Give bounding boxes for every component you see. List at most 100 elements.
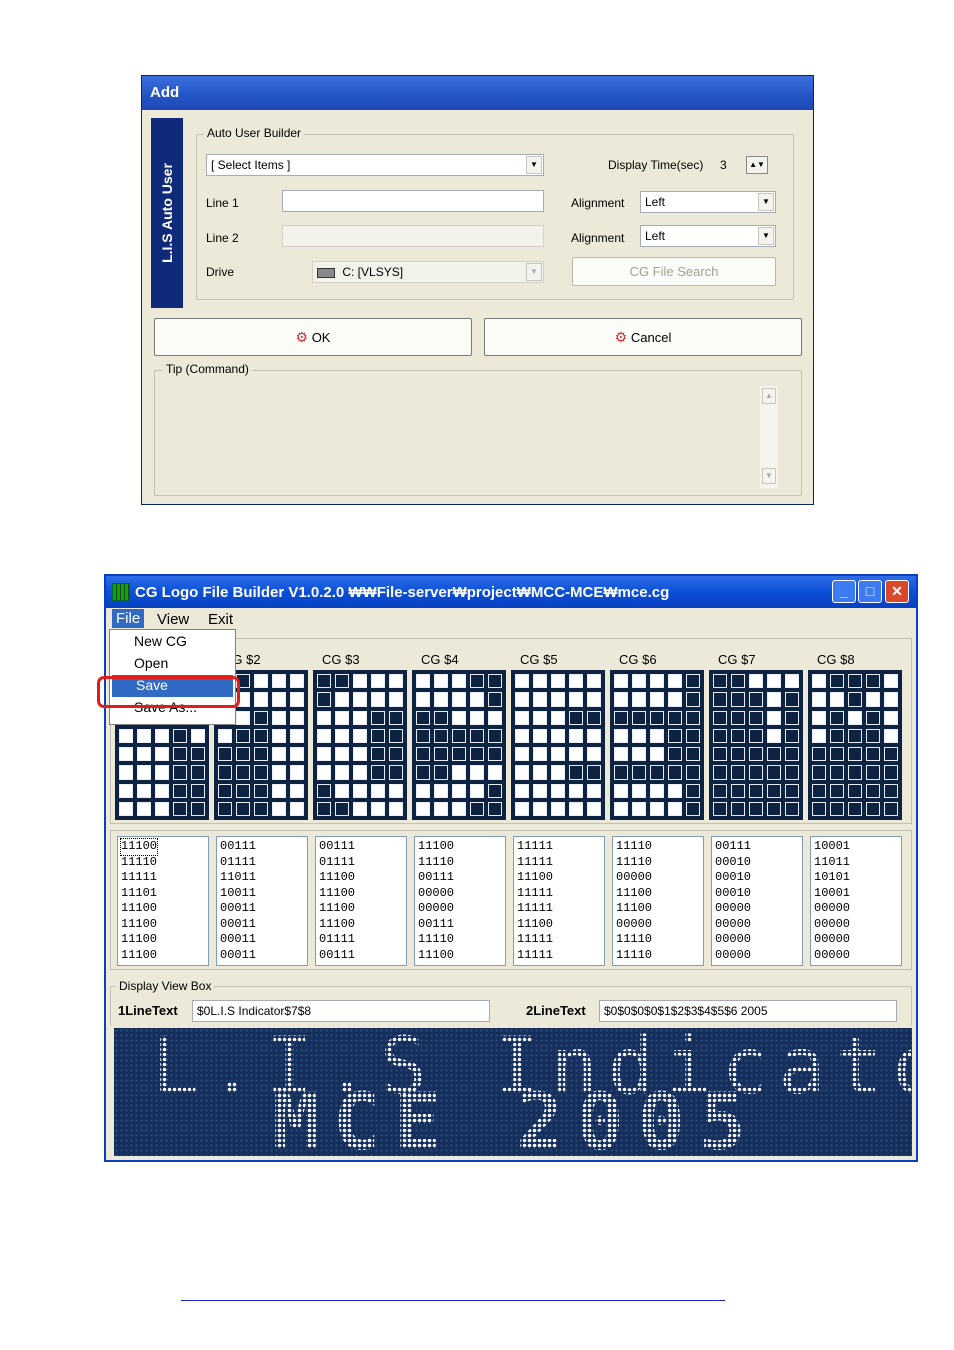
cg-dot[interactable] <box>686 765 700 780</box>
cg-dot[interactable] <box>335 783 349 798</box>
cg-dot[interactable] <box>551 801 565 816</box>
cg-dot[interactable] <box>785 728 799 743</box>
cg-dot[interactable] <box>668 765 682 780</box>
cg-dot[interactable] <box>452 728 466 743</box>
cg-dot[interactable] <box>488 783 502 798</box>
cg-dot[interactable] <box>236 783 250 798</box>
cg-binary-box[interactable]: 11110 11110 00000 11100 11100 00000 11110 11110 <box>612 836 704 966</box>
cg-dot[interactable] <box>218 747 232 762</box>
cg-dot[interactable] <box>173 783 187 798</box>
cg-dot[interactable] <box>713 692 727 707</box>
cg-dot[interactable] <box>533 710 547 725</box>
scroll-up-icon[interactable]: ▲ <box>762 388 776 404</box>
cg-dot[interactable] <box>830 783 844 798</box>
cg-dot[interactable] <box>866 728 880 743</box>
menu-file[interactable]: File <box>112 609 145 628</box>
cg-dot[interactable] <box>290 747 304 762</box>
cg-file-search-button[interactable]: CG File Search <box>572 257 776 286</box>
cg-dot[interactable] <box>569 674 583 689</box>
cg-dot[interactable] <box>416 674 430 689</box>
cg-dot[interactable] <box>155 728 169 743</box>
cg-dot[interactable] <box>884 801 898 816</box>
cg-dot[interactable] <box>488 710 502 725</box>
cg-dot[interactable] <box>884 674 898 689</box>
cg-dot[interactable] <box>470 765 484 780</box>
cg-dot[interactable] <box>812 692 826 707</box>
cg-dot[interactable] <box>434 747 448 762</box>
cg-dot[interactable] <box>290 765 304 780</box>
cg-dot[interactable] <box>632 783 646 798</box>
scroll-down-icon[interactable]: ▼ <box>762 468 776 484</box>
cg-dot[interactable] <box>371 765 385 780</box>
menu-exit[interactable]: Exit <box>208 611 233 628</box>
cg-dot[interactable] <box>191 747 205 762</box>
cg-dot[interactable] <box>614 728 628 743</box>
cg-dot[interactable] <box>713 783 727 798</box>
cg-dot[interactable] <box>272 765 286 780</box>
cg-dot[interactable] <box>569 801 583 816</box>
cg-dot[interactable] <box>515 765 529 780</box>
cg-dot[interactable] <box>515 801 529 816</box>
cg-dot[interactable] <box>749 747 763 762</box>
cg-dot[interactable] <box>470 728 484 743</box>
cg-dot[interactable] <box>335 710 349 725</box>
cg-dot[interactable] <box>650 747 664 762</box>
cg-dot[interactable] <box>470 674 484 689</box>
cg-dot[interactable] <box>632 674 646 689</box>
cg-dot[interactable] <box>137 801 151 816</box>
cg-dot[interactable] <box>731 692 745 707</box>
cg-dot[interactable] <box>884 728 898 743</box>
cg-dot[interactable] <box>731 801 745 816</box>
cg-dot[interactable] <box>830 765 844 780</box>
cg-dot[interactable] <box>812 710 826 725</box>
cg-dot[interactable] <box>587 765 601 780</box>
alignment-select-1[interactable]: Left ▼ <box>640 191 776 213</box>
cg-dot[interactable] <box>389 747 403 762</box>
cg-dot[interactable] <box>866 801 880 816</box>
cg-dot[interactable] <box>416 710 430 725</box>
cg-dot[interactable] <box>488 674 502 689</box>
add-dialog-titlebar[interactable]: Add <box>142 76 813 110</box>
alignment-select-2[interactable]: Left ▼ <box>640 225 776 247</box>
cg-dot[interactable] <box>632 710 646 725</box>
cg-dot[interactable] <box>632 747 646 762</box>
cg-dot[interactable] <box>533 765 547 780</box>
cg-dot[interactable] <box>731 765 745 780</box>
cg-dot[interactable] <box>749 783 763 798</box>
cg-dot[interactable] <box>434 765 448 780</box>
cg-dot[interactable] <box>452 674 466 689</box>
cg-dot[interactable] <box>632 692 646 707</box>
cg-dot[interactable] <box>650 692 664 707</box>
cg-dot[interactable] <box>569 765 583 780</box>
cg-dot[interactable] <box>686 728 700 743</box>
menu-item-new-cg[interactable]: New CG <box>110 631 235 653</box>
cg-dot[interactable] <box>335 692 349 707</box>
cg-dot[interactable] <box>731 783 745 798</box>
cg-dot[interactable] <box>614 765 628 780</box>
cg-dot[interactable] <box>587 692 601 707</box>
cg-dot[interactable] <box>416 801 430 816</box>
cg-dot[interactable] <box>119 747 133 762</box>
cg-dot[interactable] <box>470 747 484 762</box>
cg-dot[interactable] <box>371 692 385 707</box>
cg-dot[interactable] <box>884 783 898 798</box>
cg-dot[interactable] <box>389 692 403 707</box>
cg-dot[interactable] <box>416 692 430 707</box>
cg-dot[interactable] <box>551 710 565 725</box>
cg-dot[interactable] <box>650 765 664 780</box>
cg-binary-box[interactable]: 00111 01111 11011 10011 00011 00011 00011 00011 <box>216 836 308 966</box>
cg-dot[interactable] <box>650 801 664 816</box>
cg-dot[interactable] <box>785 674 799 689</box>
cg-dot[interactable] <box>884 692 898 707</box>
cg-dot[interactable] <box>848 728 862 743</box>
cg-dot[interactable] <box>353 728 367 743</box>
cg-dot[interactable] <box>371 801 385 816</box>
cg-dot[interactable] <box>335 728 349 743</box>
cg-dot[interactable] <box>317 674 331 689</box>
cg-dot[interactable] <box>731 674 745 689</box>
cg-dot[interactable] <box>254 728 268 743</box>
maximize-icon[interactable]: □ <box>858 580 882 603</box>
cg-dot[interactable] <box>488 801 502 816</box>
cg-dot[interactable] <box>749 728 763 743</box>
cg-dot[interactable] <box>767 692 781 707</box>
